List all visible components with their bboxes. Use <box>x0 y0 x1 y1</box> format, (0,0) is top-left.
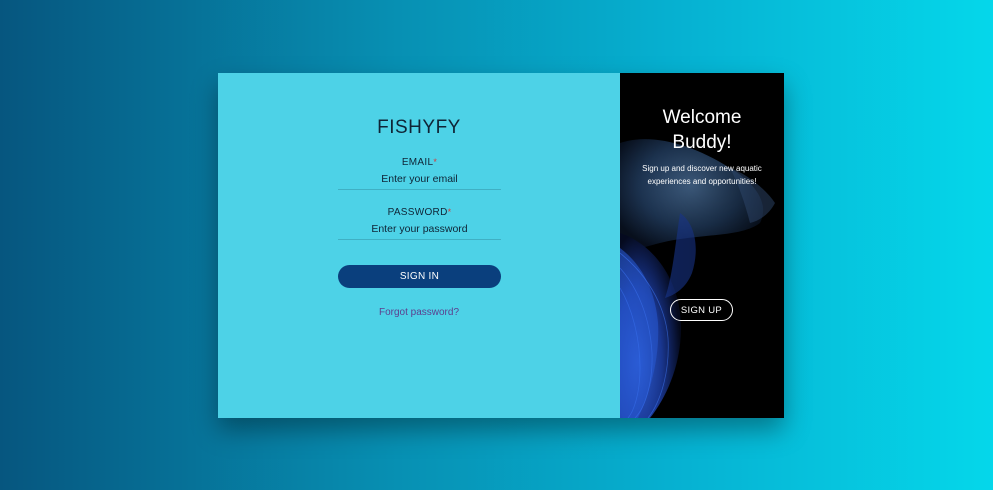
email-required-mark: * <box>433 157 438 167</box>
login-panel: FISHYFY EMAIL* PASSWORD* SIGN IN Forgot … <box>218 73 620 418</box>
email-label-text: EMAIL <box>401 157 434 168</box>
email-input[interactable] <box>338 170 501 190</box>
forgot-password-link[interactable]: Forgot password? <box>218 307 620 318</box>
welcome-title: Welcome Buddy! <box>662 107 742 153</box>
password-field-group: PASSWORD* <box>338 207 501 240</box>
email-field-group: EMAIL* <box>338 157 501 190</box>
sign-in-button[interactable]: SIGN IN <box>338 265 501 288</box>
password-required-mark: * <box>447 207 452 217</box>
brand-title: FISHYFY <box>377 117 461 138</box>
sign-up-button[interactable]: SIGN UP <box>670 299 733 321</box>
email-label: EMAIL* <box>338 157 501 168</box>
auth-card: FISHYFY EMAIL* PASSWORD* SIGN IN Forgot … <box>218 73 784 418</box>
password-input[interactable] <box>338 220 501 240</box>
password-label-text: PASSWORD <box>387 207 448 218</box>
welcome-panel: Welcome Buddy! Sign up and discover new … <box>620 73 784 418</box>
welcome-subtitle: Sign up and discover new aquatic experie… <box>642 164 762 186</box>
password-label: PASSWORD* <box>338 207 501 218</box>
